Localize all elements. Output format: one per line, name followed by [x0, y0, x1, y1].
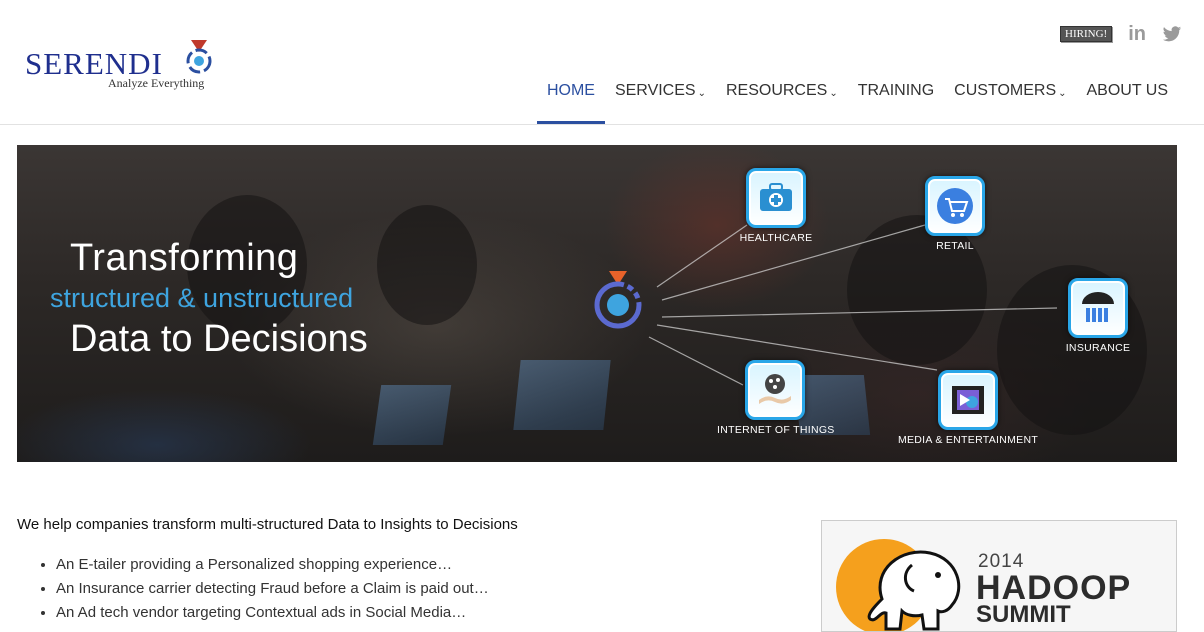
hadoop-summit-ad[interactable]: 2014 HADOOP SUMMIT	[821, 520, 1177, 632]
hero-banner: Transforming structured & unstructured D…	[17, 145, 1177, 462]
nav-services[interactable]: SERVICES ⌄	[605, 80, 716, 124]
hiring-badge[interactable]: HIRING!	[1060, 26, 1113, 42]
nav-customers-label: CUSTOMERS	[954, 82, 1057, 99]
ad-subtitle: SUMMIT	[976, 601, 1071, 628]
nav-home[interactable]: HOME	[536, 80, 605, 124]
nav-about-label: ABOUT US	[1086, 82, 1169, 99]
node-label: MEDIA & ENTERTAINMENT	[897, 434, 1039, 446]
medical-kit-icon	[746, 168, 806, 228]
node-label: RETAIL	[936, 240, 974, 252]
nav-training-label: TRAINING	[857, 82, 935, 99]
use-case-list: An E-tailer providing a Personalized sho…	[38, 553, 489, 625]
node-label: INSURANCE	[1065, 342, 1131, 354]
node-insurance[interactable]: INSURANCE	[1058, 278, 1138, 354]
site-header: SERENDI Analyze Everything HIRING! in HO…	[0, 0, 1204, 125]
node-label: HEALTHCARE	[739, 232, 813, 244]
nav-resources-label: RESOURCES	[725, 82, 828, 99]
umbrella-icon	[1068, 278, 1128, 338]
nav-about[interactable]: ABOUT US	[1077, 80, 1179, 124]
list-item: An Insurance carrier detecting Fraud bef…	[56, 577, 489, 601]
logo-tagline: Analyze Everything	[108, 76, 205, 90]
top-links: HIRING! in	[1060, 22, 1182, 46]
hub-icon	[594, 271, 642, 329]
nav-home-label: HOME	[546, 82, 595, 99]
twitter-icon[interactable]	[1162, 25, 1182, 43]
elephant-icon	[867, 550, 961, 631]
banner-headline-2: structured & unstructured	[50, 283, 354, 313]
logo-mark-icon	[186, 40, 212, 74]
nav-resources[interactable]: RESOURCES ⌄	[716, 80, 848, 124]
node-media-entertainment[interactable]: MEDIA & ENTERTAINMENT	[897, 370, 1039, 446]
linkedin-icon[interactable]: in	[1128, 23, 1146, 46]
node-retail[interactable]: RETAIL	[915, 176, 995, 252]
nav-services-label: SERVICES	[614, 82, 696, 99]
connected-hand-icon	[745, 360, 805, 420]
banner-headline-3: Data to Decisions	[70, 318, 368, 360]
chevron-down-icon: ⌄	[1058, 88, 1067, 99]
chevron-down-icon: ⌄	[697, 88, 706, 99]
shopping-cart-icon	[925, 176, 985, 236]
list-item: An E-tailer providing a Personalized sho…	[56, 553, 489, 577]
nav-training[interactable]: TRAINING	[848, 80, 944, 124]
node-healthcare[interactable]: HEALTHCARE	[734, 168, 818, 244]
nav-customers[interactable]: CUSTOMERS ⌄	[944, 80, 1076, 124]
node-label: INTERNET OF THINGS	[717, 424, 835, 436]
chevron-down-icon: ⌄	[829, 88, 838, 99]
intro-text: We help companies transform multi-struct…	[17, 516, 518, 533]
list-item: An Ad tech vendor targeting Contextual a…	[56, 601, 489, 625]
banner-headline-1: Transforming	[70, 237, 299, 279]
logo[interactable]: SERENDI Analyze Everything	[25, 38, 225, 98]
main-nav: HOME SERVICES ⌄ RESOURCES ⌄ TRAINING CUSTO…	[536, 80, 1179, 124]
media-film-icon	[938, 370, 998, 430]
node-internet-of-things[interactable]: INTERNET OF THINGS	[717, 360, 835, 436]
